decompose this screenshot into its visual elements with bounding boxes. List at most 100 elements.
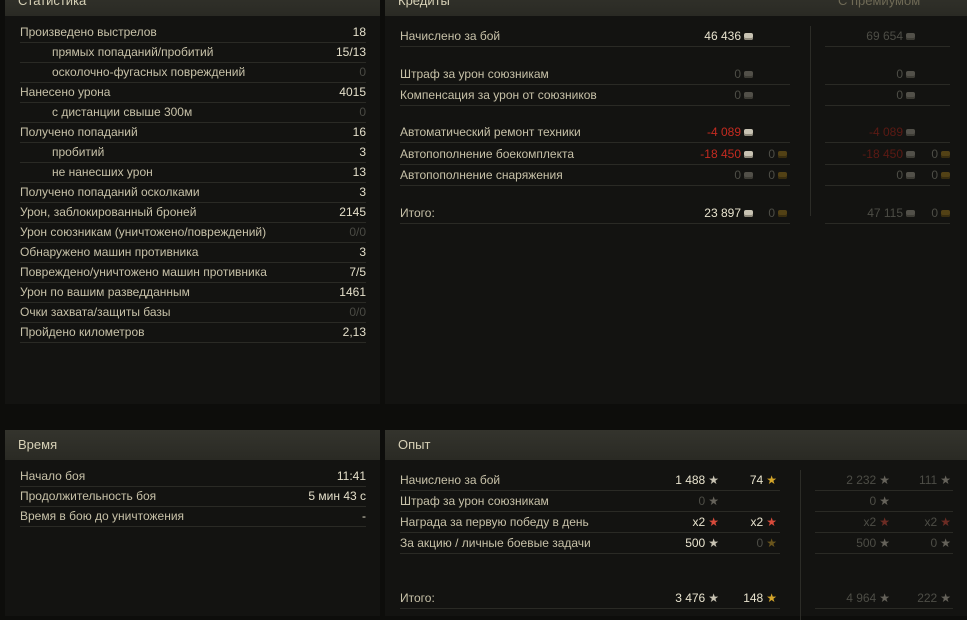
- credit-value: -18 450: [700, 144, 753, 164]
- premium-gold-value: 0: [931, 203, 950, 223]
- xp-title: Опыт: [398, 437, 431, 452]
- credit-amount: 23 897: [704, 206, 741, 220]
- time-label: Начало боя: [20, 469, 86, 483]
- credits-icon: [744, 92, 753, 99]
- premium-free-xp-star-icon: ★: [940, 473, 951, 487]
- stat-value: 16: [352, 125, 366, 139]
- stat-row: Нанесено урона 4015: [20, 82, 366, 103]
- stat-row: Урон по вашим разведданным 1461: [20, 282, 366, 303]
- stat-label: Урон союзникам (уничтожено/повреждений): [20, 225, 267, 239]
- xp-value: 500 ★: [685, 533, 719, 553]
- premium-xp-value: 500 ★: [856, 533, 890, 553]
- time-value: 5 мин 43 с: [308, 489, 366, 503]
- credit-amount: 46 436: [704, 29, 741, 43]
- free-xp-star-icon: ★: [766, 515, 777, 529]
- credit-label: Автоматический ремонт техники: [400, 125, 581, 139]
- stat-row: осколочно-фугасных повреждений 0: [20, 62, 366, 83]
- stat-value: 4015: [339, 85, 366, 99]
- premium-xp-amount: 4 964: [846, 591, 877, 605]
- premium-gold-amount: 0: [931, 168, 938, 182]
- stat-row: Урон, заблокированный броней 2145: [20, 202, 366, 223]
- premium-gold-amount: 0: [931, 147, 938, 161]
- premium-xp-star-icon: ★: [879, 473, 890, 487]
- stat-label: Урон по вашим разведданным: [20, 285, 190, 299]
- premium-xp-value: 2 232 ★: [846, 470, 890, 490]
- xp-header: Опыт: [385, 430, 967, 460]
- xp-amount: x2: [692, 515, 706, 529]
- gold-icon: [778, 172, 787, 179]
- time-value: 11:41: [336, 469, 366, 483]
- credits-icon: [906, 129, 915, 136]
- premium-header: С премиумом: [838, 0, 921, 8]
- credit-label: Автопополнение боекомплекта: [400, 147, 574, 161]
- stat-label: с дистанции свыше 300м: [52, 105, 193, 119]
- stat-value: 0: [359, 65, 366, 79]
- credit-amount: -4 089: [706, 125, 741, 139]
- xp-star-icon: ★: [708, 494, 719, 508]
- credits-icon: [906, 151, 915, 158]
- stat-label: Нанесено урона: [20, 85, 111, 99]
- premium-credit-value: 0: [896, 165, 915, 185]
- stat-value: 0/0: [349, 305, 366, 319]
- premium-xp-star-icon: ★: [879, 515, 890, 529]
- free-xp-amount: x2: [750, 515, 764, 529]
- time-label: Продолжительность боя: [20, 489, 157, 503]
- xp-value: 1 488 ★: [675, 470, 719, 490]
- stat-label: Повреждено/уничтожено машин противника: [20, 265, 267, 279]
- xp-premium-row-line: [815, 553, 953, 554]
- xp-row-line: [400, 608, 780, 609]
- credits-icon: [744, 210, 753, 217]
- premium-free-xp-star-icon: ★: [940, 536, 951, 550]
- xp-label: Награда за первую победу в день: [400, 515, 589, 529]
- credit-premium-row-line: [825, 46, 950, 47]
- credits-icon: [744, 33, 753, 40]
- stat-label: Получено попаданий осколками: [20, 185, 200, 199]
- premium-xp-value: 4 964 ★: [846, 588, 890, 608]
- time-header: Время: [5, 430, 380, 460]
- stat-row: прямых попаданий/пробитий 15/13: [20, 42, 366, 63]
- stats-header: Статистика: [5, 0, 380, 16]
- stat-label: не нанесших урон: [52, 165, 153, 179]
- premium-credit-amount: 0: [896, 88, 903, 102]
- premium-gold-amount: 0: [931, 206, 938, 220]
- xp-label: Штраф за урон союзникам: [400, 494, 549, 508]
- free-xp-amount: 74: [749, 473, 764, 487]
- free-xp-star-icon: ★: [766, 536, 777, 550]
- credit-amount: -18 450: [700, 147, 741, 161]
- xp-row-line: [400, 553, 780, 554]
- xp-value: x2 ★: [693, 512, 719, 532]
- gold-icon: [778, 210, 787, 217]
- premium-xp-star-icon: ★: [879, 494, 890, 508]
- stat-row: Повреждено/уничтожено машин противника 7/…: [20, 262, 366, 283]
- stat-value: 3: [359, 245, 366, 259]
- stat-value: 3: [359, 185, 366, 199]
- premium-credit-amount: 0: [896, 168, 903, 182]
- credit-value: 46 436: [704, 26, 753, 46]
- credit-row-line: [400, 142, 790, 143]
- gold-icon: [941, 172, 950, 179]
- credits-header: Кредиты С премиумом: [385, 0, 967, 16]
- free-xp-value: 148 ★: [743, 588, 777, 608]
- credit-amount: 0: [734, 88, 741, 102]
- premium-free-xp-value: 111 ★: [919, 470, 951, 490]
- stat-row: Обнаружено машин противника 3: [20, 242, 366, 263]
- premium-free-xp-amount: 111: [918, 473, 938, 487]
- xp-label: За акцию / личные боевые задачи: [400, 536, 591, 550]
- time-row: Начало боя 11:41: [20, 466, 366, 487]
- credit-row-line: [400, 223, 790, 224]
- premium-xp-value: x2 ★: [864, 512, 890, 532]
- xp-premium-divider: [800, 470, 801, 620]
- credits-icon: [906, 172, 915, 179]
- stat-label: Очки захвата/защиты базы: [20, 305, 171, 319]
- credit-value: 0: [734, 165, 753, 185]
- free-xp-star-icon: ★: [766, 473, 777, 487]
- stat-label: пробитий: [52, 145, 105, 159]
- credit-value: 0: [734, 64, 753, 84]
- premium-xp-star-icon: ★: [879, 536, 890, 550]
- stat-row: Урон союзникам (уничтожено/повреждений) 0…: [20, 222, 366, 243]
- credits-title: Кредиты: [398, 0, 450, 8]
- premium-xp-amount: x2: [863, 515, 877, 529]
- gold-icon: [941, 151, 950, 158]
- premium-free-xp-star-icon: ★: [940, 515, 951, 529]
- gold-value: 0: [768, 144, 787, 164]
